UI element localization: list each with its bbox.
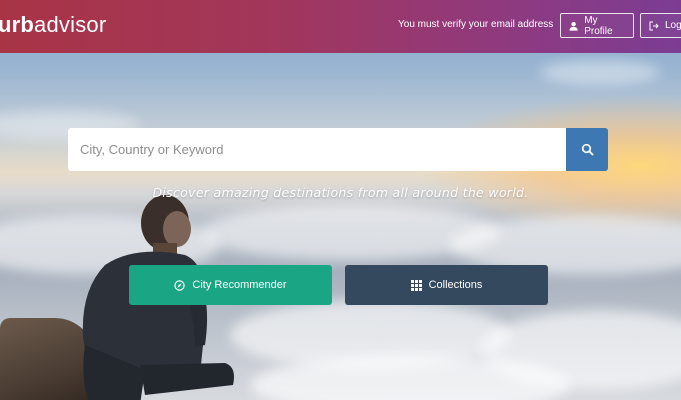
top-navbar: urbadvisor You must verify your email ad… — [0, 0, 681, 53]
background-image — [0, 0, 681, 400]
logout-button[interactable]: Log — [640, 13, 681, 38]
verify-email-notice: You must verify your email address — [398, 19, 554, 30]
collections-button[interactable]: Collections — [345, 265, 548, 305]
search-input[interactable] — [68, 128, 566, 171]
logo-light-text: advisor — [34, 12, 107, 37]
logout-label: Log — [665, 20, 681, 31]
search-icon — [581, 143, 593, 156]
grid-icon — [410, 279, 422, 291]
my-profile-label: My Profile — [584, 14, 613, 37]
sign-out-icon — [649, 21, 659, 30]
search-button[interactable] — [566, 128, 608, 171]
search-bar — [68, 128, 608, 171]
hero-tagline: Discover amazing destinations from all a… — [152, 185, 529, 200]
city-recommender-button[interactable]: City Recommender — [129, 265, 332, 305]
compass-icon — [174, 279, 186, 291]
logo-bold-text: urb — [0, 12, 35, 37]
collections-label: Collections — [428, 279, 483, 291]
city-recommender-label: City Recommender — [192, 279, 287, 291]
my-profile-button[interactable]: My Profile — [560, 13, 634, 38]
user-icon — [569, 21, 578, 31]
cloud — [540, 60, 660, 85]
logo[interactable]: urbadvisor — [0, 12, 106, 38]
